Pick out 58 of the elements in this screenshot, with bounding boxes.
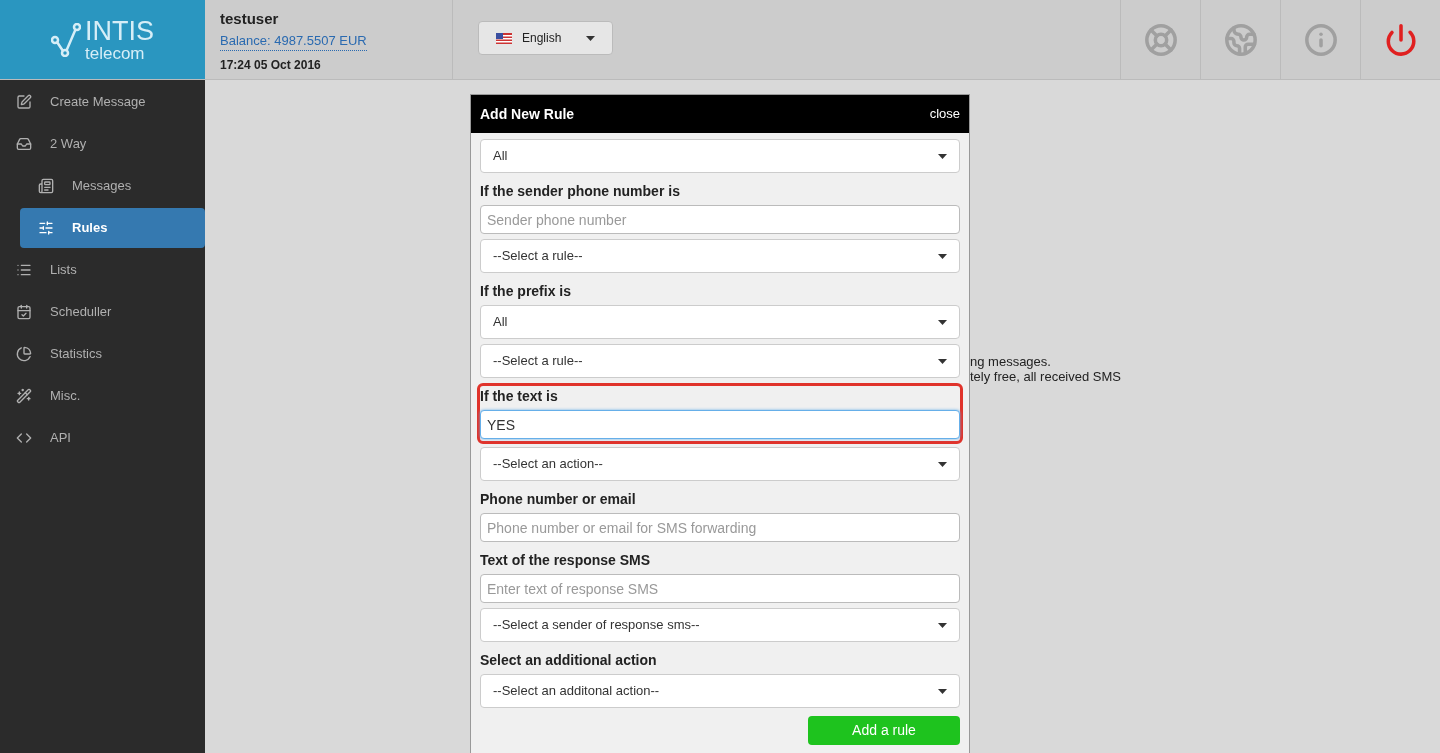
sidebar-item[interactable]: Misc. (0, 376, 205, 416)
globe-icon (1223, 22, 1258, 57)
balance-link[interactable]: Balance: 4987.5507 EUR (220, 30, 367, 51)
field-label: If the text is (480, 387, 559, 406)
input-field[interactable]: Enter text of response SMS (480, 574, 960, 603)
sidebar-item[interactable]: Create Message (0, 82, 205, 122)
caret-icon (938, 319, 947, 325)
username: testuser (220, 9, 280, 29)
modal-title: Add New Rule (480, 104, 575, 124)
inbox-tray-icon (16, 136, 32, 152)
sidebar-item[interactable]: Rules (20, 208, 205, 248)
magic-wand-icon (16, 388, 32, 404)
sliders-icon (38, 220, 54, 236)
close-link[interactable]: close (929, 104, 960, 124)
caret-icon (586, 35, 595, 41)
field-label: Text of the response SMS (480, 551, 652, 570)
caret-icon (938, 358, 947, 364)
caret-icon (938, 461, 947, 467)
select-dropdown[interactable]: All (480, 139, 960, 173)
input-field[interactable]: Sender phone number (480, 205, 960, 234)
field-label: If the prefix is (480, 282, 573, 301)
sidebar-item[interactable]: 2 Way (0, 124, 205, 164)
select-dropdown[interactable]: All (480, 305, 960, 339)
caret-icon (938, 622, 947, 628)
info-icon (1303, 22, 1338, 57)
sidebar-item[interactable]: Messages (20, 166, 205, 206)
calendar-check-icon (16, 304, 32, 320)
logo-subtitle: telecom (85, 44, 146, 62)
logo-name: INTIS (85, 17, 154, 45)
select-dropdown[interactable]: --Select an action-- (480, 447, 960, 481)
input-field[interactable]: Phone number or email for SMS forwarding (480, 513, 960, 542)
info-text: tely free, all received SMS (970, 369, 1121, 384)
sidebar-item[interactable]: Scheduller (0, 292, 205, 332)
select-dropdown[interactable]: --Select a rule-- (480, 239, 960, 273)
date-time: 17:24 05 Oct 2016 (220, 57, 322, 74)
sidebar-item[interactable]: Lists (0, 250, 205, 290)
field-label: If the sender phone number is (480, 182, 681, 201)
list-icon (16, 262, 32, 278)
field-label: Phone number or email (480, 490, 637, 509)
lifebuoy-icon (1143, 22, 1178, 57)
flag-icon (496, 32, 512, 44)
pen-square-icon (16, 94, 32, 110)
select-dropdown[interactable]: --Select an additonal action-- (480, 674, 960, 708)
field-label: Select an additional action (480, 651, 658, 670)
sidebar-item[interactable]: Statistics (0, 334, 205, 374)
select-dropdown[interactable]: --Select a rule-- (480, 344, 960, 378)
newspaper-icon (38, 178, 54, 194)
caret-icon (938, 688, 947, 694)
language-dropdown[interactable]: English (478, 21, 613, 55)
select-dropdown[interactable]: --Select a sender of response sms-- (480, 608, 960, 642)
pie-chart-icon (16, 346, 32, 362)
sidebar-item[interactable]: API (0, 418, 205, 458)
info-text: ng messages. (970, 354, 1052, 369)
code-icon (16, 430, 32, 446)
logo-icon (51, 22, 81, 57)
input-field[interactable]: YES (480, 410, 960, 439)
caret-icon (938, 153, 947, 159)
caret-icon (938, 253, 947, 259)
